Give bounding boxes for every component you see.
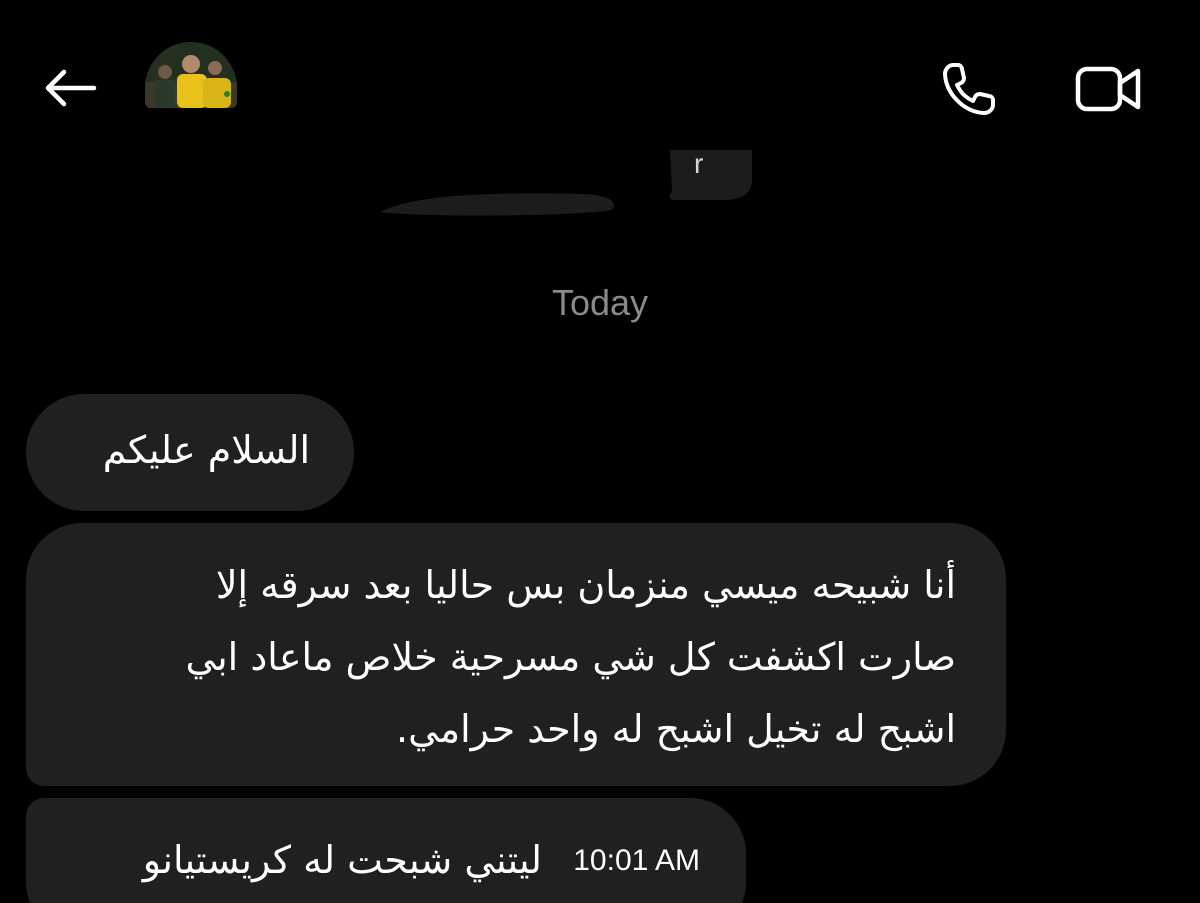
message-text: ليتني شبحت له كريستيانو [142,838,542,882]
contact-avatar [145,42,237,108]
video-call-button[interactable] [1070,56,1146,122]
message-timestamp: 10:01 AM [573,844,700,877]
message-line: صارت اكشفت كل شي مسرحية خلاص ماعاد ابي [185,635,956,679]
avatar[interactable] [145,42,237,108]
video-camera-icon [1075,66,1141,112]
arrow-left-icon [45,69,97,107]
message-text: السلام عليكم [102,428,310,472]
message-bubble[interactable]: أنا شبيحه ميسي منزمان بس حاليا بعد سرقه … [26,523,1006,786]
chat-screen: r Today السلام عليكم أنا شبيحه ميسي منزم… [0,0,1200,903]
previous-message-fragment: r [694,148,704,179]
phone-icon [943,63,995,115]
message-bubble[interactable]: السلام عليكم [26,394,354,511]
message-line: أنا شبيحه ميسي منزمان بس حاليا بعد سرقه … [215,563,956,607]
message-bubble[interactable]: ليتني شبحت له كريستيانو 10:01 AM [26,798,746,903]
message-line: اشبح له تخيل اشبح له واحد حرامي. [396,707,956,751]
audio-call-button[interactable] [936,56,1002,122]
back-button[interactable] [40,62,100,114]
date-divider: Today [551,282,649,323]
